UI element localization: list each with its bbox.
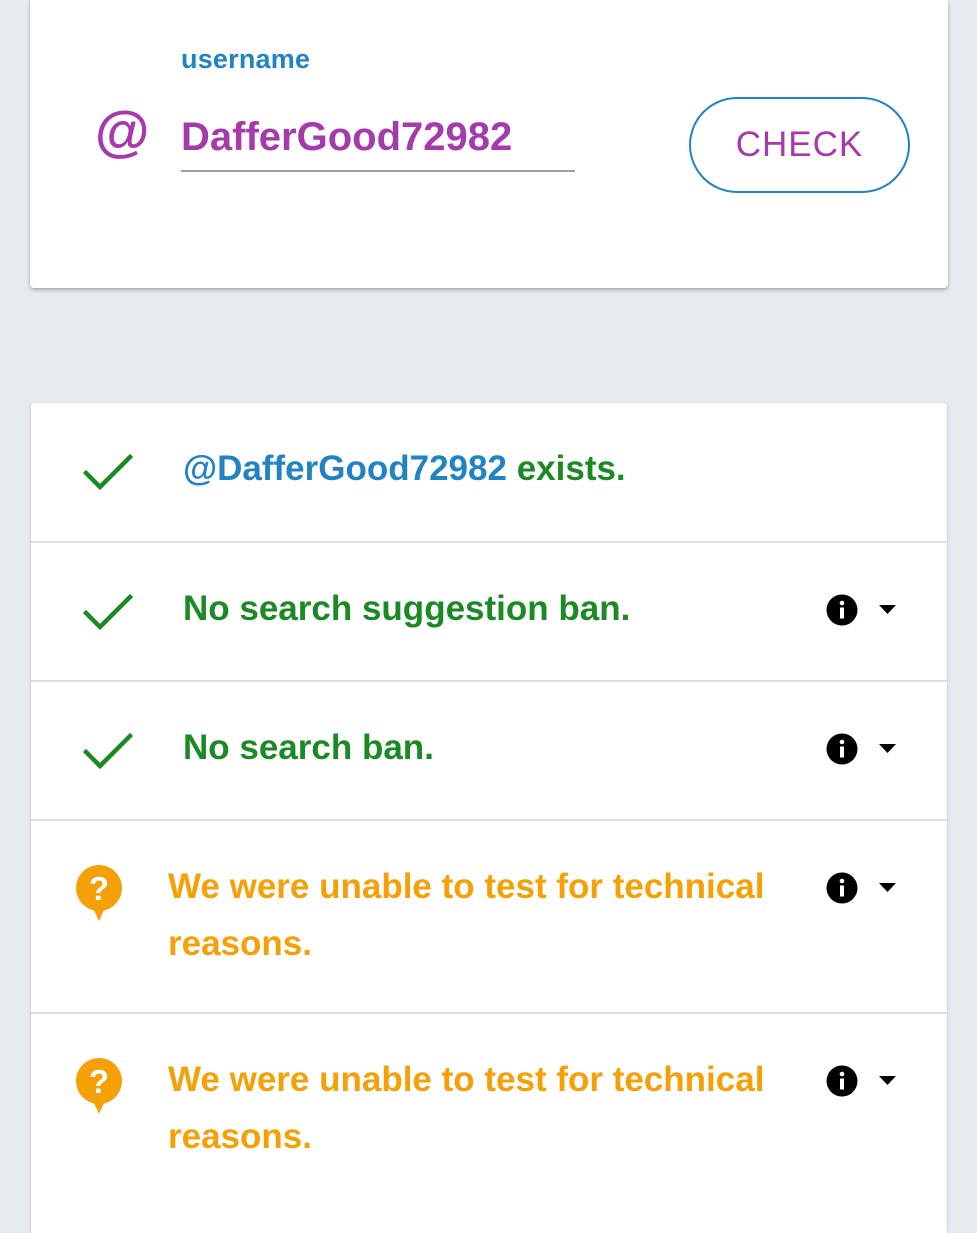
result-text: We were unable to test for technical rea…: [168, 1060, 765, 1156]
at-sign-icon: @: [94, 100, 149, 163]
dropdown-arrow-icon[interactable]: [879, 1076, 896, 1085]
result-exists-text: exists.: [506, 449, 626, 488]
result-row-search-suggestion-ban: No search suggestion ban.: [31, 543, 947, 682]
result-row-search-ban: No search ban.: [31, 682, 947, 821]
svg-text:?: ?: [89, 1063, 109, 1100]
dropdown-arrow-icon[interactable]: [879, 883, 896, 892]
check-icon: [83, 593, 133, 631]
check-icon: [83, 732, 133, 770]
username-input[interactable]: [181, 104, 575, 172]
username-label: username: [181, 44, 311, 74]
dropdown-arrow-icon[interactable]: [879, 605, 896, 614]
dropdown-arrow-icon[interactable]: [879, 744, 896, 753]
info-icon[interactable]: [826, 733, 858, 765]
result-text: No search suggestion ban.: [183, 589, 631, 628]
result-text: No search ban.: [183, 728, 434, 767]
result-row-unknown: ? We were unable to test for technical r…: [31, 821, 947, 1014]
result-row-exists: @DafferGood72982 exists.: [31, 403, 947, 543]
info-icon[interactable]: [826, 1065, 858, 1097]
result-username-link[interactable]: @DafferGood72982: [183, 449, 507, 488]
question-icon: ?: [76, 1058, 122, 1114]
question-icon: ?: [76, 865, 122, 921]
info-icon[interactable]: [826, 872, 858, 904]
check-icon: [83, 453, 133, 491]
svg-text:?: ?: [89, 870, 109, 907]
info-icon[interactable]: [826, 594, 858, 626]
result-text: @DafferGood72982 exists.: [183, 440, 626, 497]
result-row-unknown: ? We were unable to test for technical r…: [31, 1014, 947, 1233]
check-button[interactable]: CHECK: [689, 97, 910, 193]
result-text: We were unable to test for technical rea…: [168, 867, 765, 963]
results-card: @DafferGood72982 exists. No search sugge…: [31, 403, 947, 1233]
search-card: username @ CHECK: [30, 0, 948, 288]
